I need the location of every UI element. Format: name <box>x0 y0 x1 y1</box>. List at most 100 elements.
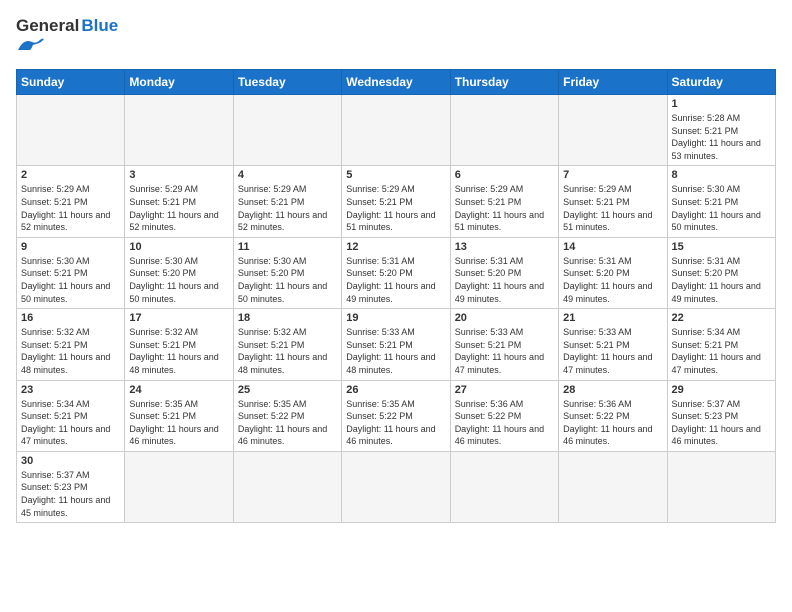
day-info: Sunrise: 5:37 AMSunset: 5:23 PMDaylight:… <box>672 398 771 448</box>
day-info: Sunrise: 5:34 AMSunset: 5:21 PMDaylight:… <box>672 326 771 376</box>
logo-bird-icon <box>16 36 46 59</box>
day-number: 16 <box>21 312 120 324</box>
day-number: 10 <box>129 241 228 253</box>
weekday-header-wednesday: Wednesday <box>342 70 450 95</box>
day-info: Sunrise: 5:29 AMSunset: 5:21 PMDaylight:… <box>238 183 337 233</box>
day-number: 21 <box>563 312 662 324</box>
day-number: 26 <box>346 384 445 396</box>
day-info: Sunrise: 5:32 AMSunset: 5:21 PMDaylight:… <box>238 326 337 376</box>
weekday-header-saturday: Saturday <box>667 70 775 95</box>
calendar-day: 17Sunrise: 5:32 AMSunset: 5:21 PMDayligh… <box>125 309 233 380</box>
day-number: 18 <box>238 312 337 324</box>
calendar-day <box>17 95 125 166</box>
calendar-day: 21Sunrise: 5:33 AMSunset: 5:21 PMDayligh… <box>559 309 667 380</box>
day-number: 29 <box>672 384 771 396</box>
day-info: Sunrise: 5:32 AMSunset: 5:21 PMDaylight:… <box>21 326 120 376</box>
day-number: 5 <box>346 169 445 181</box>
day-number: 30 <box>21 455 120 467</box>
day-number: 1 <box>672 98 771 110</box>
day-number: 20 <box>455 312 554 324</box>
day-info: Sunrise: 5:36 AMSunset: 5:22 PMDaylight:… <box>563 398 662 448</box>
day-number: 4 <box>238 169 337 181</box>
calendar-day: 23 Sunrise: 5:34 AMSunset: 5:21 PMDayligh… <box>17 380 125 451</box>
weekday-header-tuesday: Tuesday <box>233 70 341 95</box>
calendar: SundayMondayTuesdayWednesdayThursdayFrid… <box>16 69 776 523</box>
calendar-day <box>342 451 450 522</box>
day-info: Sunrise: 5:31 AMSunset: 5:20 PMDaylight:… <box>346 255 445 305</box>
calendar-day <box>559 95 667 166</box>
calendar-day: 7 Sunrise: 5:29 AMSunset: 5:21 PMDaylight… <box>559 166 667 237</box>
day-info: Sunrise: 5:30 AMSunset: 5:20 PMDaylight:… <box>238 255 337 305</box>
day-number: 25 <box>238 384 337 396</box>
day-info: Sunrise: 5:35 AMSunset: 5:21 PMDaylight:… <box>129 398 228 448</box>
calendar-day: 24 Sunrise: 5:35 AMSunset: 5:21 PMDayligh… <box>125 380 233 451</box>
calendar-day: 14Sunrise: 5:31 AMSunset: 5:20 PMDayligh… <box>559 237 667 308</box>
calendar-day <box>667 451 775 522</box>
day-number: 17 <box>129 312 228 324</box>
calendar-day <box>450 95 558 166</box>
calendar-day: 22 Sunrise: 5:34 AMSunset: 5:21 PMDayligh… <box>667 309 775 380</box>
calendar-day <box>450 451 558 522</box>
calendar-day: 5 Sunrise: 5:29 AMSunset: 5:21 PMDaylight… <box>342 166 450 237</box>
day-number: 9 <box>21 241 120 253</box>
day-info: Sunrise: 5:35 AMSunset: 5:22 PMDaylight:… <box>238 398 337 448</box>
day-number: 14 <box>563 241 662 253</box>
calendar-day <box>559 451 667 522</box>
day-info: Sunrise: 5:29 AMSunset: 5:21 PMDaylight:… <box>563 183 662 233</box>
calendar-day: 4 Sunrise: 5:29 AMSunset: 5:21 PMDaylight… <box>233 166 341 237</box>
header: General Blue <box>16 16 776 59</box>
calendar-day: 29 Sunrise: 5:37 AMSunset: 5:23 PMDayligh… <box>667 380 775 451</box>
weekday-header-monday: Monday <box>125 70 233 95</box>
day-number: 23 <box>21 384 120 396</box>
calendar-day: 11 Sunrise: 5:30 AMSunset: 5:20 PMDayligh… <box>233 237 341 308</box>
calendar-day <box>233 451 341 522</box>
day-info: Sunrise: 5:37 AMSunset: 5:23 PMDaylight:… <box>21 469 120 519</box>
logo-general: General <box>16 16 79 36</box>
calendar-day: 2 Sunrise: 5:29 AMSunset: 5:21 PMDaylight… <box>17 166 125 237</box>
day-number: 11 <box>238 241 337 253</box>
calendar-day: 1 Sunrise: 5:28 AMSunset: 5:21 PMDaylight… <box>667 95 775 166</box>
weekday-header-thursday: Thursday <box>450 70 558 95</box>
day-number: 28 <box>563 384 662 396</box>
day-number: 6 <box>455 169 554 181</box>
calendar-day: 3Sunrise: 5:29 AMSunset: 5:21 PMDaylight… <box>125 166 233 237</box>
calendar-day: 8Sunrise: 5:30 AMSunset: 5:21 PMDaylight… <box>667 166 775 237</box>
weekday-header-friday: Friday <box>559 70 667 95</box>
calendar-day: 25 Sunrise: 5:35 AMSunset: 5:22 PMDayligh… <box>233 380 341 451</box>
day-info: Sunrise: 5:30 AMSunset: 5:21 PMDaylight:… <box>21 255 120 305</box>
day-info: Sunrise: 5:28 AMSunset: 5:21 PMDaylight:… <box>672 112 771 162</box>
day-number: 7 <box>563 169 662 181</box>
calendar-day <box>342 95 450 166</box>
calendar-day: 15 Sunrise: 5:31 AMSunset: 5:20 PMDayligh… <box>667 237 775 308</box>
calendar-day: 13 Sunrise: 5:31 AMSunset: 5:20 PMDayligh… <box>450 237 558 308</box>
calendar-day: 9 Sunrise: 5:30 AMSunset: 5:21 PMDaylight… <box>17 237 125 308</box>
day-number: 12 <box>346 241 445 253</box>
day-info: Sunrise: 5:31 AMSunset: 5:20 PMDaylight:… <box>455 255 554 305</box>
calendar-day: 30 Sunrise: 5:37 AMSunset: 5:23 PMDayligh… <box>17 451 125 522</box>
calendar-day <box>233 95 341 166</box>
day-number: 27 <box>455 384 554 396</box>
day-info: Sunrise: 5:29 AMSunset: 5:21 PMDaylight:… <box>129 183 228 233</box>
day-number: 15 <box>672 241 771 253</box>
day-number: 22 <box>672 312 771 324</box>
day-info: Sunrise: 5:36 AMSunset: 5:22 PMDaylight:… <box>455 398 554 448</box>
weekday-header-sunday: Sunday <box>17 70 125 95</box>
day-info: Sunrise: 5:29 AMSunset: 5:21 PMDaylight:… <box>21 183 120 233</box>
day-info: Sunrise: 5:29 AMSunset: 5:21 PMDaylight:… <box>455 183 554 233</box>
day-number: 13 <box>455 241 554 253</box>
day-info: Sunrise: 5:29 AMSunset: 5:21 PMDaylight:… <box>346 183 445 233</box>
calendar-day <box>125 95 233 166</box>
calendar-day: 12 Sunrise: 5:31 AMSunset: 5:20 PMDayligh… <box>342 237 450 308</box>
calendar-day <box>125 451 233 522</box>
day-info: Sunrise: 5:33 AMSunset: 5:21 PMDaylight:… <box>346 326 445 376</box>
day-number: 2 <box>21 169 120 181</box>
calendar-day: 18 Sunrise: 5:32 AMSunset: 5:21 PMDayligh… <box>233 309 341 380</box>
day-number: 24 <box>129 384 228 396</box>
day-info: Sunrise: 5:31 AMSunset: 5:20 PMDaylight:… <box>672 255 771 305</box>
calendar-day: 20Sunrise: 5:33 AMSunset: 5:21 PMDayligh… <box>450 309 558 380</box>
calendar-day: 27 Sunrise: 5:36 AMSunset: 5:22 PMDayligh… <box>450 380 558 451</box>
day-info: Sunrise: 5:30 AMSunset: 5:20 PMDaylight:… <box>129 255 228 305</box>
day-info: Sunrise: 5:34 AMSunset: 5:21 PMDaylight:… <box>21 398 120 448</box>
calendar-day: 10 Sunrise: 5:30 AMSunset: 5:20 PMDayligh… <box>125 237 233 308</box>
logo-blue: Blue <box>81 16 118 36</box>
